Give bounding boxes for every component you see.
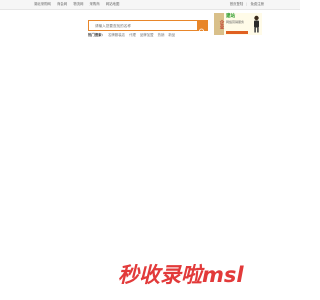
search-button[interactable] [197,21,207,35]
person-figure-icon [254,15,259,33]
hot-search-label: 热门搜索： [88,33,105,37]
promo-badge: 企业 [214,13,224,35]
login-link[interactable]: 首页登陆 [230,2,244,6]
watermark-logo: 秒收录啦msl [118,263,244,287]
promo-accent-bar [226,31,248,34]
top-link-2[interactable]: 物流网 [73,2,83,6]
hot-search-item[interactable]: 热销 [158,33,165,37]
top-link-sitemap[interactable]: 网站地图 [106,2,120,6]
search-input[interactable] [95,21,195,30]
hot-search-item[interactable]: 名牌服装店 [108,33,125,37]
account-links: 首页登陆 | 免费注册 [230,0,264,9]
search-icon [199,28,205,35]
promo-headline: 建站 [226,14,236,19]
top-link-1[interactable]: 商会网 [57,2,67,6]
hot-search-item[interactable]: 代理 [129,33,136,37]
hot-search-item[interactable]: 新品 [168,33,175,37]
search-box [88,20,208,35]
hot-search-item[interactable]: 品牌加盟 [140,33,154,37]
register-link[interactable]: 免费注册 [250,2,264,6]
top-link-0[interactable]: 湖北采购网 [34,2,51,6]
search-category-tabs: 招商品牌 新闻资讯 品牌库 企业网站 [91,13,204,30]
top-link-3[interactable]: 采购商 [90,2,100,6]
promo-subtext: 网络营销服务 [226,20,245,24]
promo-banner[interactable]: 企业 建站 网络营销服务 [214,13,262,35]
divider: | [246,2,248,6]
top-navigation-bar: 湖北采购网 商会网 物流网 采购商 网站地图 首页登陆 | 免费注册 [0,0,300,10]
top-links: 湖北采购网 商会网 物流网 采购商 网站地图 [34,0,124,9]
hot-searches: 热门搜索： 名牌服装店 代理 品牌加盟 热销 新品 [88,33,178,38]
